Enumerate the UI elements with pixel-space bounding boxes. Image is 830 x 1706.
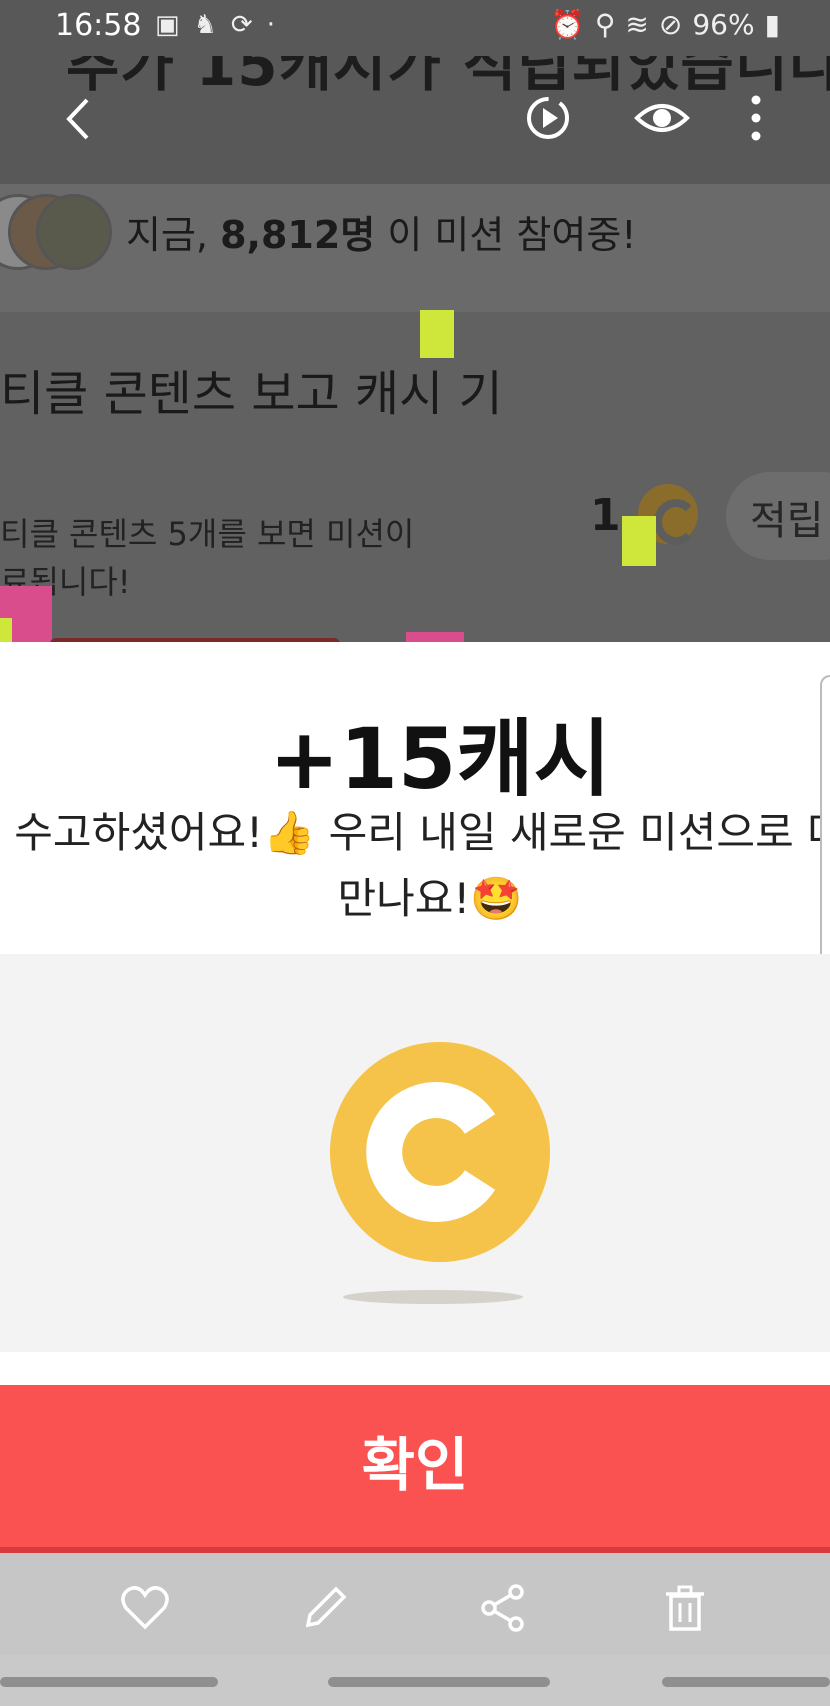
battery-icon: ▮ — [764, 8, 780, 41]
side-scroll-handle[interactable] — [820, 675, 830, 993]
nav-handle — [0, 1677, 218, 1687]
highlight-marker — [622, 516, 656, 566]
nav-handle — [662, 1677, 830, 1687]
nav-handle — [328, 1677, 550, 1687]
alarm-icon: ⏰ — [550, 8, 585, 41]
share-icon[interactable] — [478, 1583, 528, 1633]
sync-icon: ⟳ — [230, 10, 253, 40]
location-icon: ⚲ — [594, 8, 616, 41]
participants-text: 지금, 8,812명 이 미션 참여중! — [126, 204, 637, 259]
mission-title: 티클 콘텐츠 보고 캐시 기 — [0, 366, 503, 422]
gallery-action-bar — [0, 1553, 830, 1655]
reward-dialog-header: +15캐시 수고하셨어요!👍 우리 내일 새로운 미션으로 다 만나요!🤩 — [0, 642, 830, 954]
image-notification-icon: ▣ — [155, 10, 180, 40]
highlight-marker — [420, 310, 454, 358]
status-notification-icons: ▣ ♞ ⟳ · — [155, 10, 275, 40]
mission-description: 티클 콘텐츠 5개를 보면 미션이 료됩니다! — [0, 515, 415, 601]
battery-percent: 96% — [692, 8, 755, 41]
participants-count: 8,812명 — [220, 213, 376, 257]
system-nav-bar — [0, 1655, 830, 1706]
app-notification-icon: ♞ — [193, 10, 217, 40]
dot-icon: · — [266, 10, 275, 40]
highlight-marker — [0, 618, 12, 644]
pencil-icon[interactable] — [300, 1583, 350, 1633]
status-time: 16:58 — [55, 8, 142, 43]
status-bar: 16:58 ▣ ♞ ⟳ · ⏰ ⚲ ≋ ⊘ 96% ▮ — [0, 0, 830, 56]
reward-title: +15캐시 — [269, 710, 611, 808]
do-not-disturb-icon: ⊘ — [658, 8, 683, 41]
mission-count: 1 — [590, 490, 621, 541]
status-system-icons: ⏰ ⚲ ≋ ⊘ 96% ▮ — [550, 8, 780, 41]
participants-suffix: 이 미션 참여중! — [387, 213, 637, 257]
participants-prefix: 지금, — [126, 213, 221, 257]
reward-coin-area — [0, 954, 830, 1352]
heart-icon[interactable] — [120, 1583, 170, 1633]
background-mission-page: 지금, 8,812명 이 미션 참여중! 티클 콘텐츠 보고 캐시 기 티클 콘… — [0, 184, 830, 644]
dialog-spacer — [0, 1352, 830, 1385]
reward-message: 수고하셨어요!👍 우리 내일 새로운 미션으로 다 만나요!🤩 — [14, 808, 830, 923]
trash-icon[interactable] — [660, 1583, 710, 1633]
collect-button[interactable]: 적립 — [726, 472, 830, 560]
coin-shadow — [343, 1290, 523, 1304]
cash-coin-icon — [330, 1042, 550, 1262]
avatar — [36, 194, 112, 270]
participants-banner: 지금, 8,812명 이 미션 참여중! — [0, 184, 830, 312]
wifi-icon: ≋ — [625, 8, 649, 41]
confirm-button[interactable]: 확인 — [0, 1385, 830, 1553]
avatar-group — [0, 194, 112, 274]
